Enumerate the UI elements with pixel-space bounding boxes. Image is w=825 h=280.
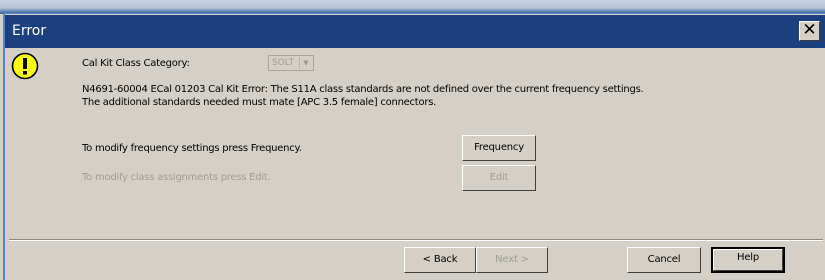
frequency-button-label: Frequency xyxy=(474,142,524,153)
chevron-down-icon: ▼ xyxy=(299,57,312,69)
error-message-line2: The additional standards needed must mat… xyxy=(82,97,437,108)
error-message-line1: N4691-60004 ECal 01203 Cal Kit Error: Th… xyxy=(82,84,644,95)
category-label: Cal Kit Class Category: xyxy=(82,58,190,69)
next-button[interactable]: Next > xyxy=(476,247,548,273)
warning-icon xyxy=(11,52,39,80)
cancel-button-label: Cancel xyxy=(647,254,681,265)
edit-button[interactable]: Edit xyxy=(462,165,536,191)
edit-button-label: Edit xyxy=(489,172,509,183)
frequency-hint: To modify frequency settings press Frequ… xyxy=(82,143,302,154)
help-button-label: Help xyxy=(737,252,759,263)
screen-frame: Error ✕ Cal Kit Class Category: SOLT ▼ N… xyxy=(0,0,825,280)
category-select[interactable]: SOLT ▼ xyxy=(268,55,314,71)
title-bar[interactable]: Error ✕ xyxy=(5,15,825,48)
help-button-face: Help xyxy=(713,249,783,271)
help-button[interactable]: Help xyxy=(711,247,785,273)
error-dialog: Error ✕ Cal Kit Class Category: SOLT ▼ N… xyxy=(3,13,825,280)
next-button-label: Next > xyxy=(495,254,529,265)
back-button[interactable]: < Back xyxy=(404,247,476,273)
close-button[interactable]: ✕ xyxy=(799,21,820,41)
window-title: Error xyxy=(12,23,47,39)
edit-hint: To modify class assignments press Edit. xyxy=(82,172,271,183)
background-strip xyxy=(0,0,825,14)
back-button-label: < Back xyxy=(422,254,458,265)
frequency-button[interactable]: Frequency xyxy=(462,135,536,161)
close-icon: ✕ xyxy=(802,20,817,40)
cancel-button[interactable]: Cancel xyxy=(627,247,701,273)
footer-separator xyxy=(9,239,823,241)
category-select-value: SOLT xyxy=(272,58,295,68)
